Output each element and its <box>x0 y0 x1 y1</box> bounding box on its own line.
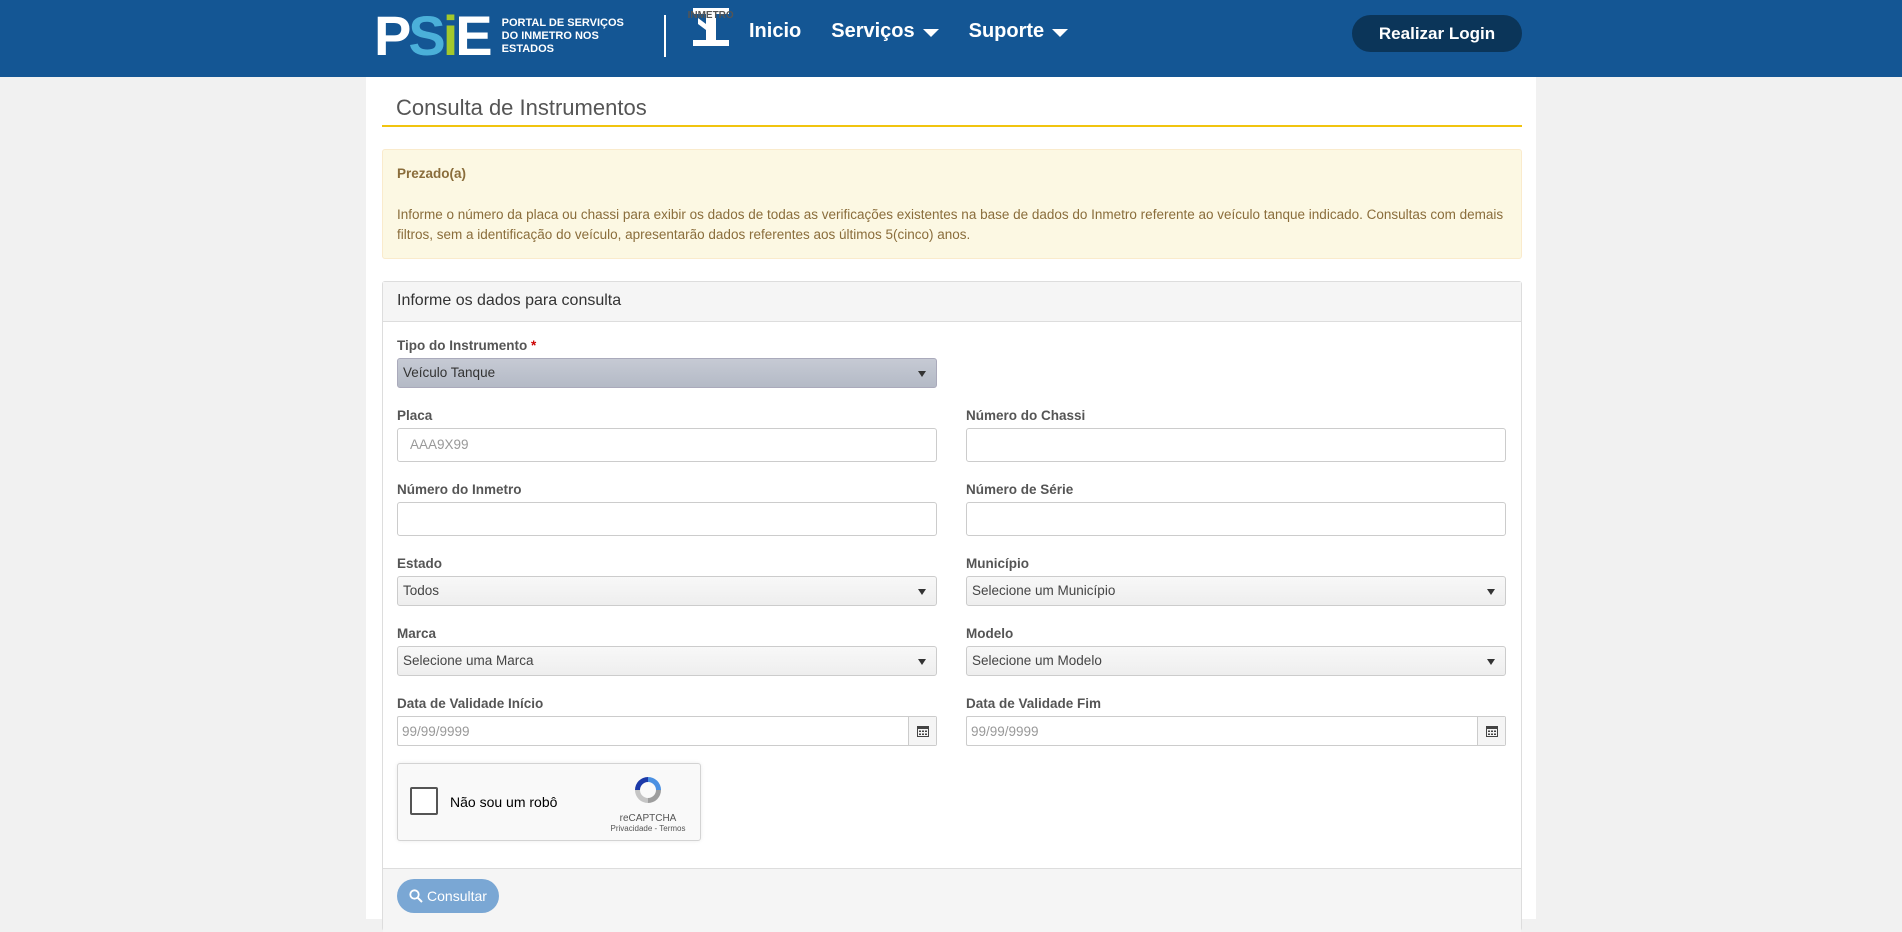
chevron-down-icon <box>1052 28 1069 37</box>
modelo-label: Modelo <box>966 626 1014 641</box>
marca-label: Marca <box>397 626 437 641</box>
main-nav: Inicio Serviços Suporte <box>749 20 1069 43</box>
consultar-button[interactable]: Consultar <box>397 879 499 913</box>
recaptcha-label: Não sou um robô <box>450 794 558 810</box>
search-icon <box>409 889 423 903</box>
placa-input[interactable]: AAA9X99 <box>397 428 937 462</box>
nav-servicos[interactable]: Serviços <box>831 20 939 43</box>
alert-title: Prezado(a) <box>397 166 467 181</box>
top-navbar: PSiE PORTAL DE SERVIÇOS DO INMETRO NOS E… <box>0 0 1902 77</box>
calendar-icon[interactable] <box>1477 717 1505 745</box>
inmetro-number-label: Número do Inmetro <box>397 482 522 497</box>
nav-inicio[interactable]: Inicio <box>749 20 801 43</box>
serie-label: Número de Série <box>966 482 1074 497</box>
dropdown-arrow-icon <box>918 659 926 665</box>
logo-divider <box>663 15 666 57</box>
calendar-icon[interactable] <box>908 717 936 745</box>
psie-wordmark: PSiE <box>374 4 493 67</box>
recaptcha-checkbox[interactable] <box>410 787 438 815</box>
login-button[interactable]: Realizar Login <box>1352 15 1522 52</box>
info-alert: Prezado(a) Informe o número da placa ou … <box>382 149 1522 259</box>
validade-inicio-field[interactable]: 99/99/9999 <box>397 716 937 746</box>
municipio-label: Município <box>966 556 1029 571</box>
page-title: Consulta de Instrumentos <box>382 95 1522 127</box>
panel-footer: Consultar <box>383 868 1521 932</box>
dropdown-arrow-icon <box>918 371 926 377</box>
validade-fim-field[interactable]: 99/99/9999 <box>966 716 1506 746</box>
placa-label: Placa <box>397 408 433 423</box>
chassi-label: Número do Chassi <box>966 408 1086 423</box>
municipio-select[interactable]: Selecione um Município <box>966 576 1506 606</box>
estado-label: Estado <box>397 556 443 571</box>
dropdown-arrow-icon <box>1487 659 1495 665</box>
tipo-instrumento-select[interactable]: Veículo Tanque <box>397 358 937 388</box>
nav-suporte[interactable]: Suporte <box>969 20 1069 43</box>
psie-logo[interactable]: PSiE PORTAL DE SERVIÇOS DO INMETRO NOS E… <box>374 4 738 67</box>
tipo-label: Tipo do Instrumento * <box>397 338 537 353</box>
alert-body: Informe o número da placa ou chassi para… <box>397 207 1504 242</box>
modelo-select[interactable]: Selecione um Modelo <box>966 646 1506 676</box>
chassi-input[interactable] <box>966 428 1506 462</box>
recaptcha-widget: Não sou um robô reCAPTCHA Privacidade - … <box>397 763 701 841</box>
inmetro-number-input[interactable] <box>397 502 937 536</box>
main-content: Consulta de Instrumentos Prezado(a) Info… <box>366 77 1536 932</box>
required-mark: * <box>531 338 537 353</box>
validade-fim-label: Data de Validade Fim <box>966 696 1102 711</box>
validade-inicio-label: Data de Validade Início <box>397 696 544 711</box>
inmetro-logo: INMETRO <box>684 8 738 64</box>
recaptcha-links[interactable]: Privacidade - Termos <box>608 824 688 833</box>
dropdown-arrow-icon <box>918 589 926 595</box>
recaptcha-icon <box>635 777 661 803</box>
marca-select[interactable]: Selecione uma Marca <box>397 646 937 676</box>
estado-select[interactable]: Todos <box>397 576 937 606</box>
portal-subtitle: PORTAL DE SERVIÇOS DO INMETRO NOS ESTADO… <box>501 16 624 55</box>
serie-input[interactable] <box>966 502 1506 536</box>
search-form-panel: Informe os dados para consulta Tipo do I… <box>382 281 1522 932</box>
dropdown-arrow-icon <box>1487 589 1495 595</box>
recaptcha-brand: reCAPTCHA Privacidade - Termos <box>608 774 688 833</box>
chevron-down-icon <box>922 28 939 37</box>
panel-title: Informe os dados para consulta <box>383 282 1521 322</box>
